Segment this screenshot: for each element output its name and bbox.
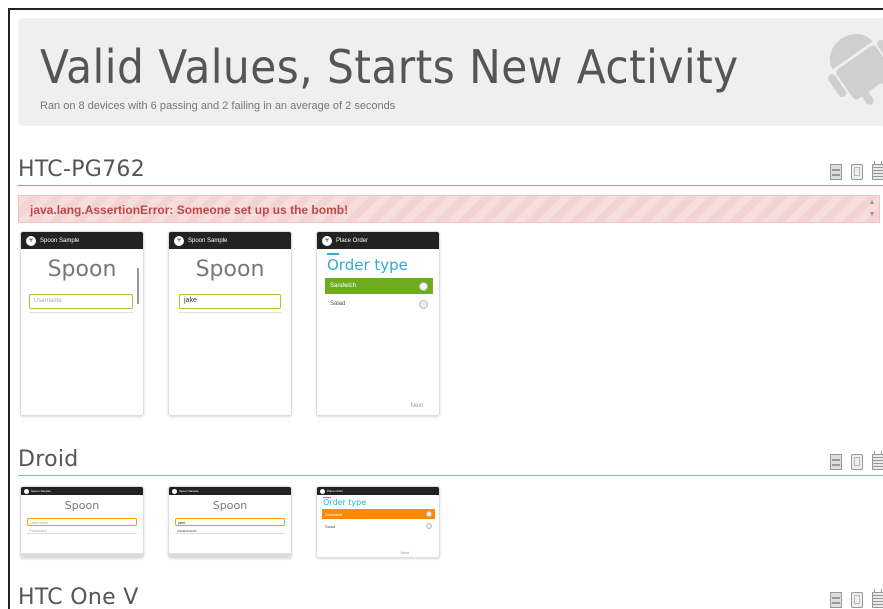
option-label: Sandwich [325,511,343,517]
device-name: HTC One V [18,585,139,609]
username-field[interactable]: jake [179,294,281,309]
option-label: Sandwich [330,283,357,289]
action-bar: ⑂ Spoon Sample [21,232,143,249]
device-actions [830,589,883,608]
option-label: Salad [325,523,336,529]
spoon-heading: Spoon [195,257,265,282]
device-header-htc-pg762: HTC-PG762 [18,156,883,186]
action-bar: Spoon Sample [169,487,291,495]
action-bar: Spoon Sample [21,487,143,495]
spoon-heading: Spoon [47,257,117,282]
device-name: Droid [18,447,79,472]
film-icon[interactable] [830,592,842,608]
device-name: HTC-PG762 [18,157,145,182]
spoon-heading: Spoon [212,499,248,512]
device-header-htc-one-v: HTC One V [18,584,883,609]
log-icon[interactable] [872,589,883,608]
radio-selected-icon [419,281,428,291]
device-actions [830,161,883,180]
log-icon[interactable] [872,161,883,180]
android-logo-icon [827,33,883,105]
log-icon[interactable] [872,451,883,470]
phone-icon[interactable] [851,592,863,608]
option-sandwich[interactable]: Sandwich [325,278,433,294]
order-type-heading: Order type [323,498,367,507]
scroll-indicator [137,268,139,304]
device-status-rule [18,185,883,186]
app-title: Place Order [336,237,369,244]
action-bar: ⑂ Spoon Sample [169,232,291,249]
option-label: Salad [330,301,346,307]
phone-icon[interactable] [851,164,863,180]
password-field[interactable]: Password [27,527,137,534]
app-title: Place Order [327,489,344,493]
next-button[interactable]: Next [401,550,409,555]
option-salad[interactable]: Salad [322,521,435,531]
app-icon [24,488,29,494]
screenshot[interactable]: Spoon Sample Spoon jake •••••••••••••• [168,486,292,558]
option-sandwich[interactable]: Sandwich [322,509,435,519]
screenshot[interactable]: Place Order Order type Sandwich Salad Ne… [316,486,440,558]
phone-icon[interactable] [851,454,863,470]
bottom-bar [21,553,143,557]
screenshot[interactable]: Spoon Sample Spoon Username Password [20,486,144,558]
app-icon: ⑂ [322,235,332,246]
spoon-heading: Spoon [64,499,100,512]
screenshot[interactable]: ⑂ Spoon Sample Spoon Username [20,231,144,416]
radio-icon [419,299,428,309]
error-scrollbar[interactable]: ▲ ▼ [867,197,877,221]
app-title: Spoon Sample [188,237,228,244]
app-icon: ⑂ [174,235,184,246]
radio-icon [426,523,432,529]
app-title: Spoon Sample [40,237,80,244]
app-title: Spoon Sample [31,489,51,493]
order-type-heading: Order type [327,256,408,274]
bottom-bar [169,553,291,557]
test-summary-header: Valid Values, Starts New Activity Ran on… [18,18,883,126]
device-header-droid: Droid [18,446,883,476]
film-icon[interactable] [830,454,842,470]
app-icon [172,488,177,494]
device-status-rule [18,475,883,476]
divider [179,312,281,313]
error-message: java.lang.AssertionError: Someone set up… [18,195,880,223]
action-bar: ⑂ Place Order [317,232,439,249]
divider [29,312,133,313]
error-text: java.lang.AssertionError: Someone set up… [30,203,349,217]
screenshot[interactable]: ⑂ Spoon Sample Spoon jake [168,231,292,416]
tab-indicator [327,253,339,255]
username-field[interactable]: Username [29,294,133,309]
next-button[interactable]: Next [411,403,423,409]
film-icon[interactable] [830,164,842,180]
action-bar: Place Order [317,487,439,495]
app-icon [320,488,325,494]
screenshot[interactable]: ⑂ Place Order Order type Sandwich Salad … [316,231,440,416]
radio-selected-icon [426,511,432,517]
test-title: Valid Values, Starts New Activity [40,40,739,94]
device-actions [830,451,883,470]
username-field[interactable]: jake [175,518,285,526]
option-salad[interactable]: Salad [325,296,433,312]
test-subtitle: Ran on 8 devices with 6 passing and 2 fa… [40,100,396,112]
report-frame: Valid Values, Starts New Activity Ran on… [8,8,883,609]
app-icon: ⑂ [26,235,36,246]
password-field[interactable]: •••••••••••••• [175,527,285,534]
username-field[interactable]: Username [27,518,137,526]
app-title: Spoon Sample [179,489,199,493]
